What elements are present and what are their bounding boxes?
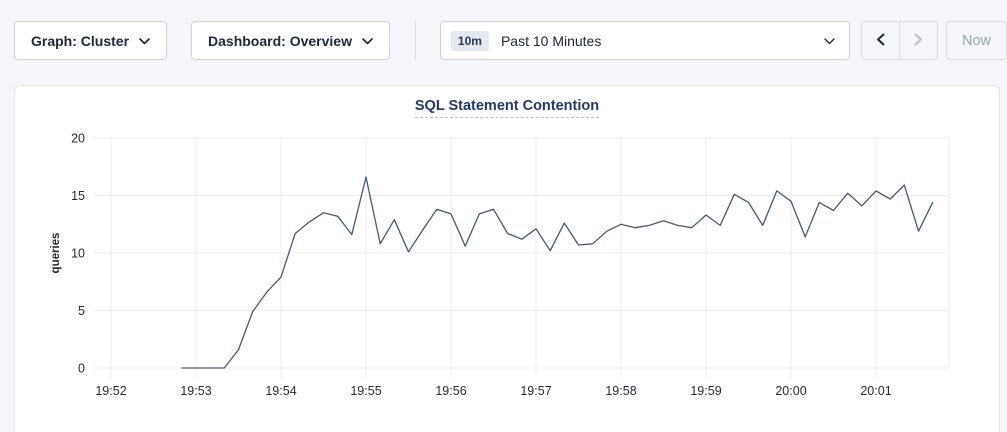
y-tick-label: 20 bbox=[71, 132, 85, 146]
time-step-forward-button[interactable] bbox=[899, 22, 937, 59]
chevron-down-icon bbox=[362, 33, 373, 48]
y-tick-label: 10 bbox=[71, 247, 85, 261]
x-tick-label: 20:00 bbox=[775, 384, 806, 398]
dashboard-label: Dashboard: Overview bbox=[208, 33, 352, 49]
x-axis-ticks: 19:52 19:53 19:54 19:55 19:56 19:57 19:58 19:59… bbox=[95, 138, 949, 398]
series-line bbox=[182, 177, 933, 368]
x-tick-label: 19:58 bbox=[605, 384, 636, 398]
y-axis-title: queries bbox=[50, 233, 62, 274]
x-tick-label: 19:59 bbox=[690, 384, 721, 398]
y-axis-ticks: 0 5 10 15 20 bbox=[71, 132, 949, 376]
toolbar-divider bbox=[415, 21, 416, 60]
y-tick-label: 0 bbox=[78, 362, 85, 376]
chevron-down-icon bbox=[824, 33, 835, 48]
chart-card: SQL Statement Contention 0510152019:5219… bbox=[14, 85, 1000, 432]
x-tick-label: 19:57 bbox=[520, 384, 551, 398]
x-tick-label: 19:55 bbox=[350, 384, 381, 398]
time-range-dropdown[interactable]: 10m Past 10 Minutes bbox=[440, 21, 850, 60]
y-tick-label: 15 bbox=[71, 189, 85, 203]
x-tick-label: 19:54 bbox=[265, 384, 296, 398]
chart-title[interactable]: SQL Statement Contention bbox=[415, 98, 599, 118]
time-window-badge: 10m bbox=[451, 31, 489, 51]
controls-bar: Graph: Cluster Dashboard: Overview 10m P… bbox=[0, 0, 1007, 67]
x-tick-label: 20:01 bbox=[860, 384, 891, 398]
chart-title-row: SQL Statement Contention bbox=[15, 86, 999, 118]
time-window-label: Past 10 Minutes bbox=[501, 33, 812, 49]
graph-scope-label: Graph: Cluster bbox=[31, 33, 129, 49]
dashboard-dropdown[interactable]: Dashboard: Overview bbox=[191, 21, 390, 60]
y-tick-label: 5 bbox=[78, 304, 85, 318]
now-button[interactable]: Now bbox=[946, 21, 1007, 60]
contention-chart-svg: 0510152019:5219:5319:5419:5519:5619:5719… bbox=[15, 86, 1001, 426]
chevron-left-icon bbox=[876, 33, 885, 49]
chevron-down-icon bbox=[139, 33, 150, 48]
time-step-group bbox=[861, 21, 938, 60]
x-tick-label: 19:52 bbox=[95, 384, 126, 398]
chevron-right-icon bbox=[914, 33, 923, 49]
graph-scope-dropdown[interactable]: Graph: Cluster bbox=[14, 21, 167, 60]
time-step-back-button[interactable] bbox=[862, 22, 900, 59]
x-tick-label: 19:56 bbox=[435, 384, 466, 398]
x-tick-label: 19:53 bbox=[180, 384, 211, 398]
